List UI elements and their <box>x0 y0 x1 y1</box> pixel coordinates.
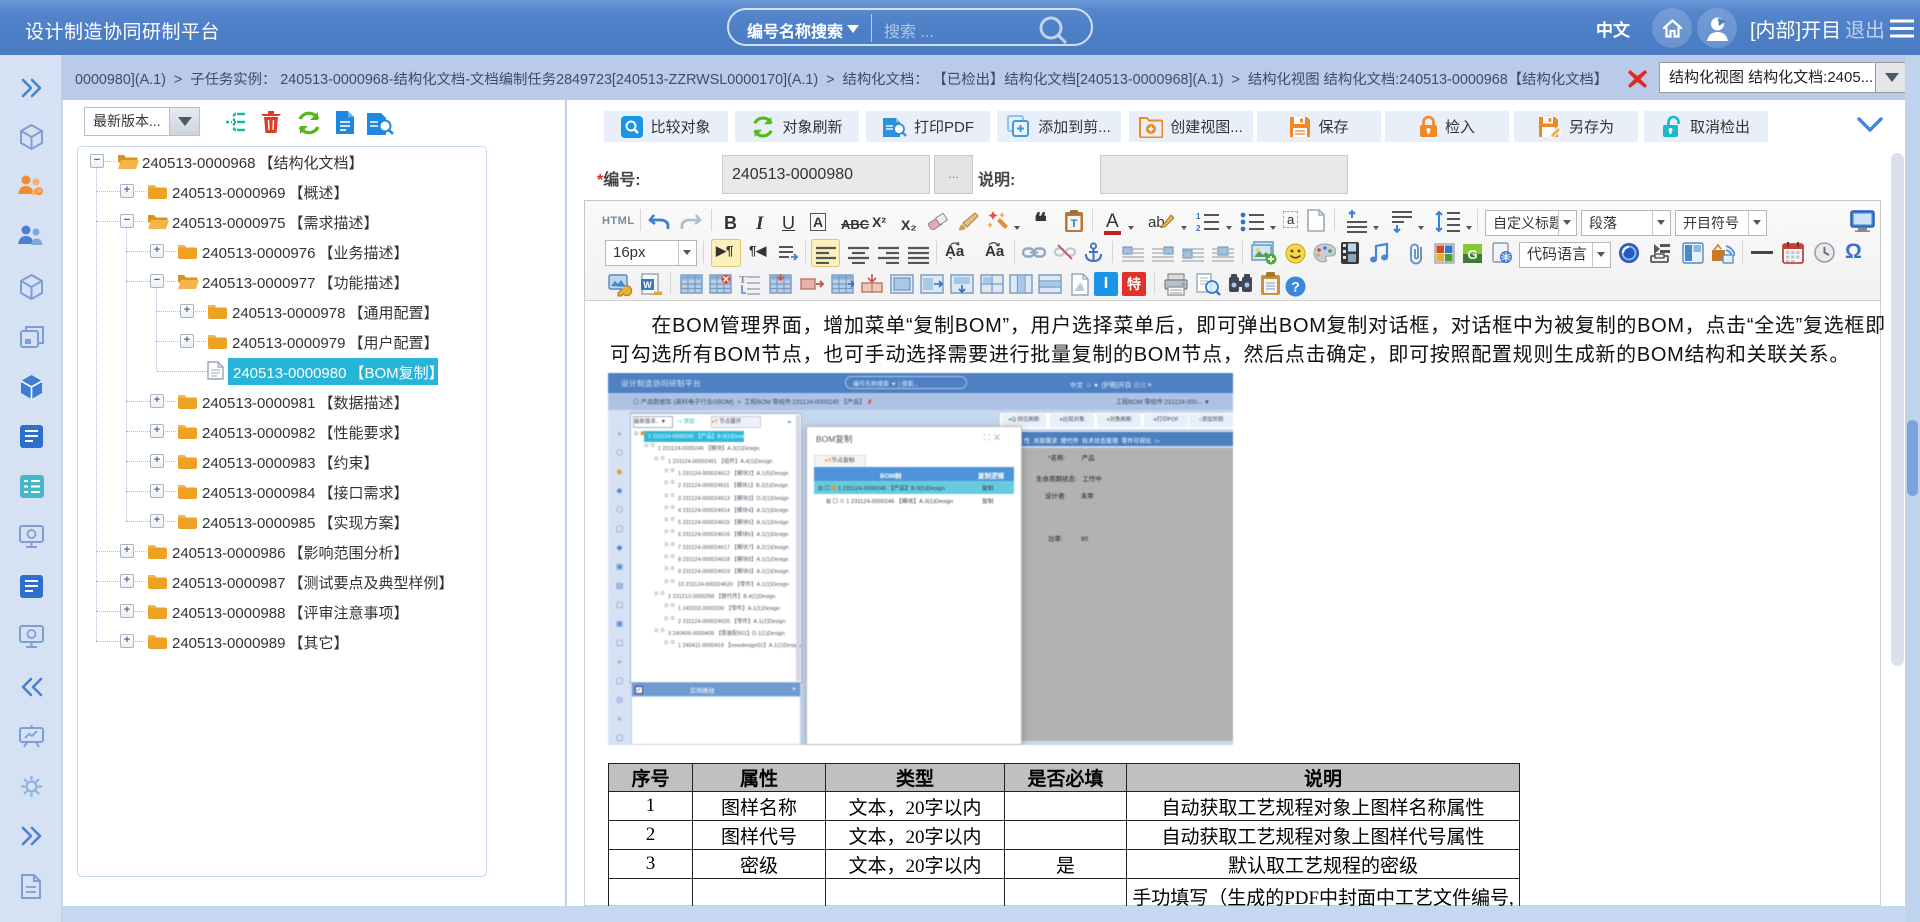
svg-text:T: T <box>739 274 747 286</box>
svg-text:?: ? <box>1291 279 1300 295</box>
svg-text:W: W <box>643 280 652 290</box>
svg-text:T: T <box>1071 218 1078 230</box>
svg-text:2: 2 <box>1196 224 1201 233</box>
svg-text:1: 1 <box>1196 212 1201 221</box>
svg-text:G: G <box>1467 247 1477 262</box>
